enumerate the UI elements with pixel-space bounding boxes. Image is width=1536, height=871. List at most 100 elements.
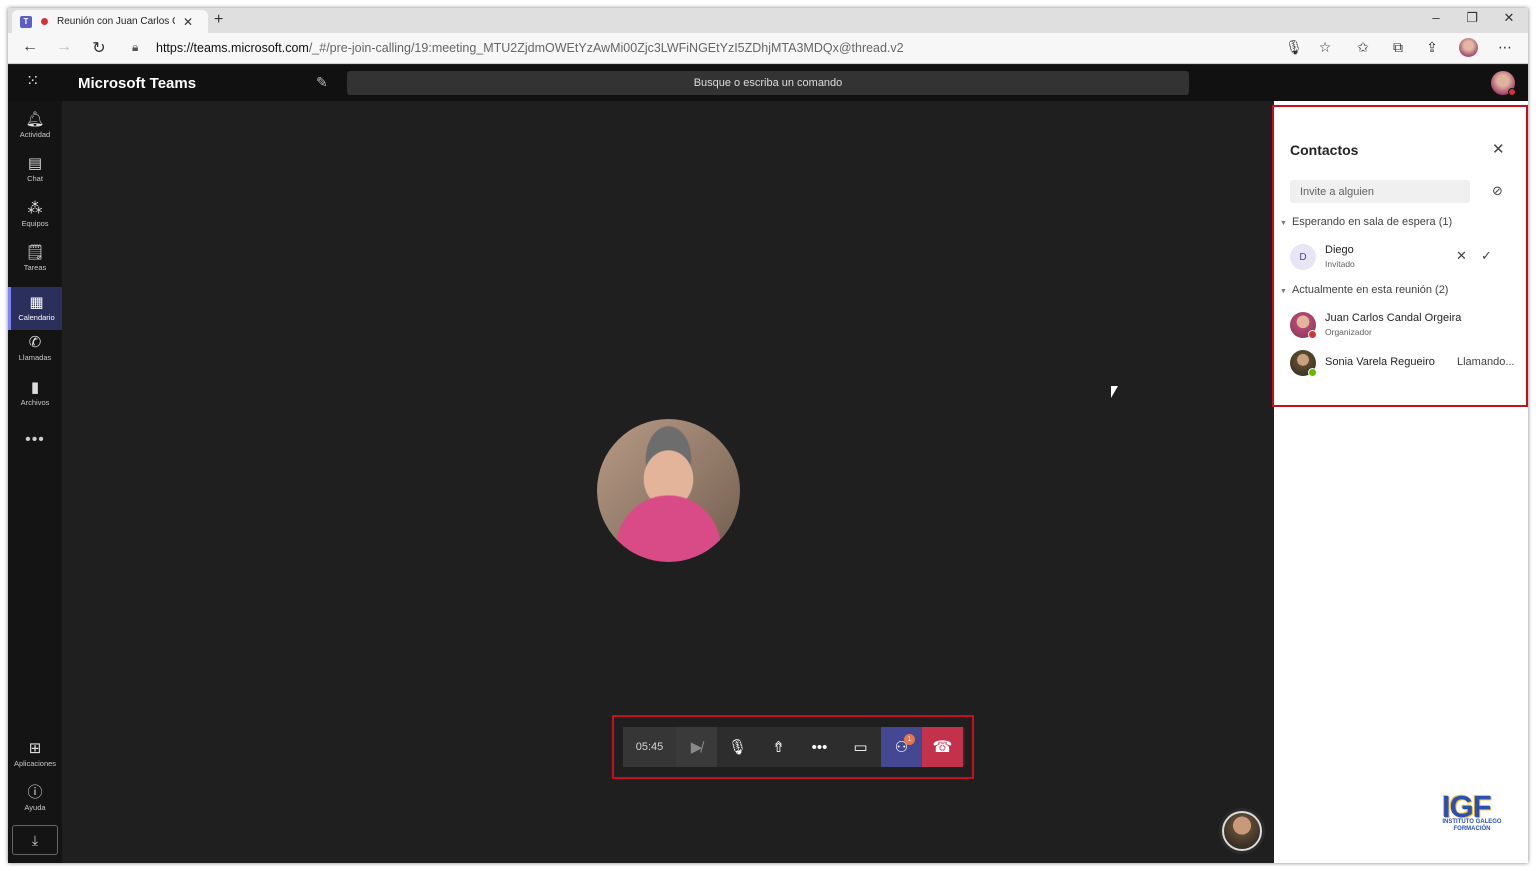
back-icon[interactable]: ←	[20, 38, 40, 56]
show-chat-button[interactable]: ▭	[840, 727, 881, 767]
camera-off-icon: ▶︎̸	[690, 739, 703, 756]
copy-link-icon[interactable]: ⊘	[1492, 183, 1503, 199]
rail-item-tasks[interactable]: 🗒︎ Tareas	[8, 237, 62, 280]
browser-window: T Reunión con Juan Carlos Ca ✕ + – ❐ ✕ ←…	[8, 8, 1528, 863]
participants-badge: 1	[904, 734, 915, 745]
waiting-section-label: Esperando en sala de espera (1)	[1291, 216, 1453, 228]
share-screen-icon: ⇮	[772, 739, 785, 756]
microphone-button[interactable]: 🎙︎	[717, 727, 758, 767]
browser-profile-avatar[interactable]	[1459, 38, 1478, 57]
hang-up-button[interactable]: ☎︎	[922, 727, 963, 767]
url-host: https://teams.microsoft.com	[156, 41, 309, 55]
microphone-icon: 🎙︎	[727, 739, 748, 756]
minimize-icon[interactable]: –	[1426, 10, 1446, 25]
rail-item-label: Ayuda	[24, 803, 46, 812]
tasks-icon: 🗒︎	[25, 244, 45, 261]
close-tab-icon[interactable]: ✕	[183, 15, 193, 29]
rail-item-help[interactable]: ⓘ Ayuda	[8, 777, 62, 820]
logo-subtitle-line1: INSTITUTO GALEGO	[1442, 819, 1502, 825]
participant-name: Sonia Varela Regueiro	[1325, 356, 1435, 368]
rail-item-label: Chat	[27, 174, 43, 183]
more-actions-button[interactable]: •••	[799, 727, 840, 767]
participant-role: Invitado	[1325, 259, 1355, 269]
refresh-icon[interactable]: ↻	[89, 38, 109, 58]
presence-available-icon	[1308, 368, 1317, 377]
share-screen-button[interactable]: ⇮	[758, 727, 799, 767]
invite-input[interactable]: Invite a alguien	[1290, 180, 1470, 203]
rail-item-calendar[interactable]: ▦ Calendario	[8, 287, 62, 330]
calling-status: Llamando...	[1457, 356, 1515, 368]
rail-item-teams[interactable]: ⁂ Equipos	[8, 193, 62, 236]
participant-role: Organizador	[1325, 327, 1372, 337]
waiting-section-header[interactable]: ▼ Esperando en sala de espera (1)	[1280, 216, 1452, 228]
list-item[interactable]: Sonia Varela Regueiro Llamando...	[1290, 348, 1520, 378]
logo-subtitle-line2: FORMACIÓN	[1453, 826, 1491, 832]
rail-item-label: Calendario	[18, 313, 55, 322]
chat-icon: ▤	[27, 155, 43, 172]
more-icon: •••	[811, 738, 828, 756]
rail-item-calls[interactable]: ✆ Llamadas	[8, 327, 62, 370]
panel-title: Contactos	[1290, 142, 1359, 158]
teams-favicon-icon: T	[20, 15, 32, 28]
address-bar-row: ← → ↻ 🔒︎ https://teams.microsoft.com/_#/…	[8, 33, 1528, 64]
mouse-cursor-icon	[1111, 386, 1118, 398]
rail-item-label: Tareas	[23, 263, 47, 272]
restore-icon[interactable]: ❐	[1462, 10, 1482, 26]
participant-avatar	[597, 419, 740, 562]
favorites-icon[interactable]: ✩	[1353, 39, 1373, 56]
browser-tab[interactable]: T Reunión con Juan Carlos Ca ✕	[12, 10, 208, 33]
participants-button[interactable]: ⚇ 1	[881, 727, 922, 767]
teams-icon: ⁂	[27, 200, 43, 217]
calendar-icon: ▦	[29, 294, 44, 311]
app-launcher-icon[interactable]: ⁙	[26, 74, 42, 90]
call-timer: 05:45	[623, 727, 676, 767]
self-video-preview[interactable]	[1222, 811, 1262, 851]
logo-subtitle: INSTITUTO GALEGO FORMACIÓN	[1441, 819, 1503, 833]
presence-busy-icon	[1508, 88, 1516, 96]
tab-title: Reunión con Juan Carlos Ca	[57, 16, 175, 27]
participant-name: Diego	[1325, 244, 1354, 256]
current-section-label: Actualmente en esta reunión (2)	[1291, 284, 1449, 296]
admit-icon[interactable]: ✓	[1481, 248, 1492, 264]
url-path: /_#/pre-join-calling/19:meeting_MTU2Zjdm…	[308, 41, 904, 55]
more-menu-icon[interactable]: ⋯	[1495, 39, 1515, 56]
current-section-header[interactable]: ▼ Actualmente en esta reunión (2)	[1280, 284, 1448, 296]
presence-busy-icon	[1308, 330, 1317, 339]
rail-item-apps[interactable]: ⊞ Aplicaciones	[8, 733, 62, 776]
microphone-permission-icon[interactable]: 🎙︎	[1284, 39, 1304, 56]
igf-logo: IGF INSTITUTO GALEGO FORMACIÓN	[1436, 789, 1508, 845]
download-app-icon[interactable]: ⤓	[12, 825, 58, 855]
tab-strip: T Reunión con Juan Carlos Ca ✕ + – ❐ ✕	[8, 8, 1528, 33]
chevron-down-icon: ▼	[1280, 288, 1287, 295]
share-icon[interactable]: ⇪	[1422, 39, 1442, 56]
deny-icon[interactable]: ✕	[1456, 248, 1467, 264]
new-chat-icon[interactable]: ✎	[316, 74, 328, 91]
close-window-icon[interactable]: ✕	[1499, 10, 1519, 26]
list-item[interactable]: Juan Carlos Candal Orgeira Organizador	[1290, 310, 1520, 340]
more-apps-icon[interactable]: •••	[8, 431, 62, 449]
rail-item-activity[interactable]: 🔔︎ Actividad	[8, 104, 62, 147]
rail-item-chat[interactable]: ▤ Chat	[8, 148, 62, 191]
hang-up-icon: ☎︎	[932, 739, 953, 756]
rail-item-label: Llamadas	[18, 353, 52, 362]
rail-item-label: Aplicaciones	[13, 759, 57, 768]
command-search-input[interactable]: Busque o escriba un comando	[347, 71, 1189, 95]
forward-icon[interactable]: →	[54, 38, 74, 56]
lock-icon[interactable]: 🔒︎	[132, 40, 138, 55]
favorite-star-icon[interactable]: ☆	[1315, 39, 1335, 56]
call-controls: 05:45 ▶︎̸ 🎙︎ ⇮ ••• ▭ ⚇ 1 ☎︎	[623, 727, 965, 767]
help-icon: ⓘ	[27, 784, 43, 801]
list-item: D Diego Invitado ✕ ✓	[1290, 242, 1520, 272]
bell-icon: 🔔︎	[25, 111, 45, 128]
call-stage: 05:45 ▶︎̸ 🎙︎ ⇮ ••• ▭ ⚇ 1 ☎︎	[62, 101, 1274, 863]
close-panel-icon[interactable]: ✕	[1492, 140, 1505, 158]
chevron-down-icon: ▼	[1280, 220, 1287, 227]
phone-icon: ✆	[28, 334, 42, 351]
new-tab-icon[interactable]: +	[214, 11, 223, 29]
address-input[interactable]: https://teams.microsoft.com/_#/pre-join-…	[156, 41, 904, 55]
collections-icon[interactable]: ⧉	[1388, 39, 1408, 56]
rail-item-files[interactable]: ▮ Archivos	[8, 372, 62, 415]
rail-item-label: Actividad	[19, 130, 51, 139]
camera-off-button[interactable]: ▶︎̸	[676, 727, 717, 767]
rail-item-label: Archivos	[20, 398, 50, 407]
